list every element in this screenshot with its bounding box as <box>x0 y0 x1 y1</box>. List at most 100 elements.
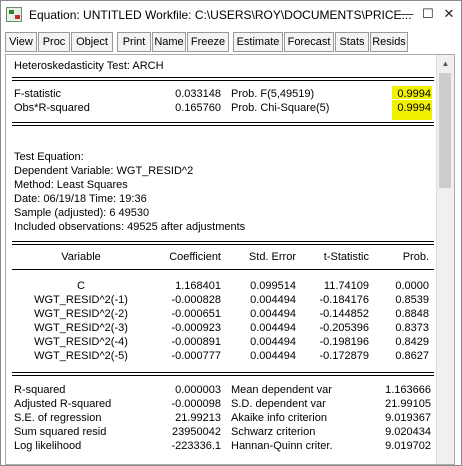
test-stat-label: F-statistic <box>14 88 62 100</box>
stat-label: Mean dependent var <box>231 384 332 396</box>
divider <box>12 269 434 270</box>
stats-button[interactable]: Stats <box>335 32 369 52</box>
t-stat: -0.172879 <box>319 350 369 362</box>
coef-value: -0.000828 <box>171 294 221 306</box>
column-header: Std. Error <box>248 251 296 263</box>
view-button[interactable]: View <box>5 32 37 52</box>
coef-value: -0.000651 <box>171 308 221 320</box>
stat-label: S.E. of regression <box>14 412 102 424</box>
std-error: 0.004494 <box>250 308 296 320</box>
prob-label: Prob. Chi-Square(5) <box>231 102 330 114</box>
t-stat: -0.205396 <box>319 322 369 334</box>
column-header: t-Statistic <box>323 251 369 263</box>
stat-value: 21.99105 <box>385 398 431 410</box>
stat-label: Sum squared resid <box>14 426 107 438</box>
coef-value: -0.000923 <box>171 322 221 334</box>
maximize-button[interactable]: ☐ <box>418 4 438 24</box>
column-header: Prob. <box>402 251 429 263</box>
std-error: 0.099514 <box>250 280 296 292</box>
coef-variable: WGT_RESID^2(-1) <box>34 294 128 306</box>
close-button[interactable]: ✕ <box>439 4 459 24</box>
t-stat: 11.74109 <box>323 280 369 292</box>
coef-value: -0.000777 <box>171 350 221 362</box>
equation-info-line: Date: 06/19/18 Time: 19:36 <box>14 193 147 205</box>
toolbar: View Proc Object Print Name Freeze Estim… <box>5 32 457 52</box>
stat-label: Adjusted R-squared <box>14 398 112 410</box>
divider <box>12 372 434 373</box>
test-stat-label: Obs*R-squared <box>14 102 90 114</box>
scroll-up-arrow-icon[interactable]: ▲ <box>437 55 454 72</box>
coef-value: 1.168401 <box>175 280 221 292</box>
stat-value: 9.020434 <box>385 426 431 438</box>
object-button[interactable]: Object <box>71 32 113 52</box>
freeze-button[interactable]: Freeze <box>187 32 229 52</box>
stat-label: S.D. dependent var <box>231 398 326 410</box>
prob: 0.8373 <box>395 322 429 334</box>
prob-label: Prob. F(5,49519) <box>231 88 315 100</box>
estimate-button[interactable]: Estimate <box>233 32 283 52</box>
forecast-button[interactable]: Forecast <box>284 32 334 52</box>
divider <box>12 244 434 245</box>
t-stat: -0.144852 <box>319 308 369 320</box>
std-error: 0.004494 <box>250 322 296 334</box>
divider <box>12 80 434 81</box>
stat-value: -223336.1 <box>171 440 221 452</box>
stat-label: Schwarz criterion <box>231 426 316 438</box>
std-error: 0.004494 <box>250 350 296 362</box>
stat-value: 23950042 <box>172 426 221 438</box>
stat-value: 1.163666 <box>385 384 431 396</box>
divider <box>12 375 434 376</box>
stat-value: -0.000098 <box>171 398 221 410</box>
test-stat-value: 0.033148 <box>175 88 221 100</box>
name-button[interactable]: Name <box>152 32 186 52</box>
equation-info-line: Method: Least Squares <box>14 179 128 191</box>
title-bar[interactable]: Equation: UNTITLED Workfile: C:\USERS\RO… <box>1 1 461 29</box>
equation-info-line: Test Equation: <box>14 151 84 163</box>
column-header: Variable <box>61 251 101 263</box>
std-error: 0.004494 <box>250 336 296 348</box>
test-title: Heteroskedasticity Test: ARCH <box>14 60 164 72</box>
coef-variable: WGT_RESID^2(-2) <box>34 308 128 320</box>
coef-variable: WGT_RESID^2(-4) <box>34 336 128 348</box>
proc-button[interactable]: Proc <box>38 32 70 52</box>
test-stat-value: 0.165760 <box>175 102 221 114</box>
stat-value: 0.000003 <box>175 384 221 396</box>
vertical-scrollbar[interactable]: ▲ <box>436 55 454 464</box>
scrollbar-thumb[interactable] <box>439 73 451 188</box>
t-stat: -0.184176 <box>319 294 369 306</box>
prob-value: 0.9994 <box>397 102 431 114</box>
stat-label: R-squared <box>14 384 66 396</box>
minimize-button[interactable]: — <box>397 4 417 24</box>
prob: 0.8539 <box>395 294 429 306</box>
coef-variable: C <box>77 280 85 292</box>
coef-variable: WGT_RESID^2(-5) <box>34 350 128 362</box>
stat-value: 21.99213 <box>175 412 221 424</box>
prob: 0.0000 <box>395 280 429 292</box>
eviews-app-icon <box>6 7 22 22</box>
column-header: Coefficient <box>169 251 221 263</box>
stat-value: 9.019367 <box>385 412 431 424</box>
divider <box>12 77 434 78</box>
resids-button[interactable]: Resids <box>370 32 408 52</box>
prob-value: 0.9994 <box>397 88 431 100</box>
coef-value: -0.000891 <box>171 336 221 348</box>
equation-window: Equation: UNTITLED Workfile: C:\USERS\RO… <box>0 0 462 466</box>
prob: 0.8429 <box>395 336 429 348</box>
equation-info-line: Included observations: 49525 after adjus… <box>14 221 246 233</box>
print-button[interactable]: Print <box>117 32 151 52</box>
divider <box>12 241 434 242</box>
window-title: Equation: UNTITLED Workfile: C:\USERS\RO… <box>29 8 412 22</box>
stat-value: 9.019702 <box>385 440 431 452</box>
divider <box>12 125 434 126</box>
prob: 0.8848 <box>395 308 429 320</box>
divider <box>12 122 434 123</box>
std-error: 0.004494 <box>250 294 296 306</box>
output-pane[interactable]: Heteroskedasticity Test: ARCH F-statisti… <box>5 54 455 465</box>
equation-info-line: Dependent Variable: WGT_RESID^2 <box>14 165 194 177</box>
t-stat: -0.198196 <box>319 336 369 348</box>
stat-label: Log likelihood <box>14 440 82 452</box>
prob: 0.8627 <box>395 350 429 362</box>
coef-variable: WGT_RESID^2(-3) <box>34 322 128 334</box>
stat-label: Akaike info criterion <box>231 412 327 424</box>
stat-label: Hannan-Quinn criter. <box>231 440 333 452</box>
